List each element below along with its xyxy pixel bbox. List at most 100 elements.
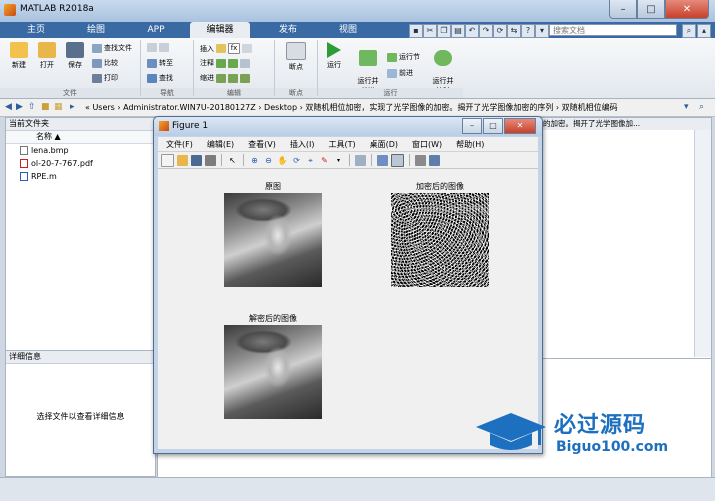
quick-help-icon[interactable]: ? bbox=[521, 24, 535, 38]
zoom-in-icon[interactable]: ⊕ bbox=[249, 155, 260, 166]
tab-home[interactable]: 主页 bbox=[8, 22, 64, 38]
figure-window: Figure 1 – □ ✕ 文件(F) 编辑(E) 查看(V) 插入(I) 工… bbox=[153, 116, 543, 454]
run-advance-icon bbox=[359, 50, 377, 66]
quick-save-icon[interactable]: ▪ bbox=[409, 24, 423, 38]
minimize-button[interactable]: – bbox=[609, 0, 637, 19]
print-figure-icon[interactable] bbox=[205, 154, 216, 166]
compare-button[interactable]: 比较 bbox=[92, 58, 118, 68]
menu-file[interactable]: 文件(F) bbox=[166, 139, 193, 150]
decrypted-image bbox=[224, 325, 322, 419]
indent-button[interactable]: 缩进 bbox=[200, 73, 250, 83]
tab-plots[interactable]: 绘图 bbox=[68, 22, 124, 38]
current-folder-panel: 当前文件夹 名称 ▲ lena.bmp ol-20-7-767.pdf RPE.… bbox=[5, 117, 156, 352]
new-icon bbox=[10, 42, 28, 58]
breakpoints-icon bbox=[286, 42, 306, 60]
open-button[interactable]: 打开 bbox=[34, 42, 60, 70]
quick-copy-icon[interactable]: ❐ bbox=[437, 24, 451, 38]
brush-dropdown-icon[interactable]: ▾ bbox=[333, 155, 344, 166]
advance-button[interactable]: 前进 bbox=[387, 68, 413, 78]
figure-maximize-button[interactable]: □ bbox=[483, 118, 503, 134]
menu-help[interactable]: 帮助(H) bbox=[456, 139, 484, 150]
list-item[interactable]: lena.bmp bbox=[6, 144, 155, 157]
quick-undo-icon[interactable]: ↶ bbox=[465, 24, 479, 38]
insert-button[interactable]: 插入 fx bbox=[200, 43, 252, 54]
quick-cut-icon[interactable]: ✂ bbox=[423, 24, 437, 38]
pointer-icon[interactable]: ↖ bbox=[227, 155, 238, 166]
path-dropdown-icon[interactable]: ▾ bbox=[684, 102, 689, 112]
figure-app-icon bbox=[159, 121, 169, 131]
matlab-logo-icon bbox=[4, 4, 16, 16]
tab-editor[interactable]: 编辑器 bbox=[190, 22, 250, 38]
menu-tools[interactable]: 工具(T) bbox=[328, 139, 355, 150]
menu-window[interactable]: 窗口(W) bbox=[412, 139, 442, 150]
legend-icon[interactable] bbox=[391, 153, 404, 167]
nav-forward-icon bbox=[159, 43, 169, 52]
run-section-button[interactable]: 运行节 bbox=[387, 52, 420, 62]
forward-arrow-icon[interactable]: ▶ bbox=[16, 102, 23, 112]
quick-paste-icon[interactable]: ▤ bbox=[451, 24, 465, 38]
hide-plot-tools-icon[interactable] bbox=[415, 154, 426, 166]
zoom-out-icon[interactable]: ⊖ bbox=[263, 155, 274, 166]
tab-publish[interactable]: 发布 bbox=[258, 22, 318, 38]
save-button[interactable]: 保存 bbox=[62, 42, 88, 70]
quick-refresh-icon[interactable]: ⟳ bbox=[493, 24, 507, 38]
new-button[interactable]: 新建 bbox=[6, 42, 32, 70]
rotate-icon[interactable]: ⟳ bbox=[291, 155, 302, 166]
quick-redo-icon[interactable]: ↷ bbox=[479, 24, 493, 38]
save-figure-icon[interactable] bbox=[191, 154, 202, 166]
comment-button[interactable]: 注释 bbox=[200, 58, 250, 68]
browse-folder-icon[interactable]: ■ bbox=[41, 102, 50, 112]
quick-switch-icon[interactable]: ⇆ bbox=[507, 24, 521, 38]
folder-path[interactable]: « Users › Administrator.WIN7U-20180127Z … bbox=[85, 102, 618, 113]
brush-icon[interactable]: ✎ bbox=[319, 155, 330, 166]
figure-close-button[interactable]: ✕ bbox=[504, 118, 536, 134]
maximize-button[interactable]: □ bbox=[637, 0, 665, 19]
menu-edit[interactable]: 编辑(E) bbox=[207, 139, 234, 150]
decrease-indent-icon bbox=[240, 73, 250, 83]
name-column-header[interactable]: 名称 ▲ bbox=[6, 131, 155, 144]
play-icon bbox=[327, 42, 341, 58]
data-cursor-icon[interactable]: ⌖ bbox=[305, 155, 316, 166]
quick-dropdown-icon[interactable]: ▾ bbox=[535, 24, 549, 38]
colorbar-icon[interactable] bbox=[377, 154, 388, 166]
collapse-ribbon-icon[interactable]: ▴ bbox=[697, 24, 711, 38]
watermark: 必过源码 Biguo100.com bbox=[476, 405, 711, 463]
address-bar: ◀ ▶ ⇧ ■ ▦ ▸ « Users › Administrator.WIN7… bbox=[0, 99, 715, 117]
nav-arrows-button[interactable] bbox=[147, 43, 169, 52]
figure-title: Figure 1 bbox=[172, 121, 209, 131]
back-arrow-icon[interactable]: ◀ bbox=[5, 102, 12, 112]
nav-back-icon bbox=[147, 43, 157, 52]
figure-title-bar[interactable]: Figure 1 – □ ✕ bbox=[154, 117, 542, 136]
up-folder-icon[interactable]: ⇧ bbox=[28, 102, 36, 112]
open-file-icon[interactable] bbox=[177, 154, 188, 166]
editor-tab[interactable]: 的加密。揭开了光学图像加... bbox=[543, 118, 711, 130]
run-button[interactable]: 运行 bbox=[321, 42, 347, 70]
menu-desktop[interactable]: 桌面(D) bbox=[370, 139, 398, 150]
list-item[interactable]: RPE.m bbox=[6, 170, 155, 183]
find-button[interactable]: 查找 bbox=[147, 73, 173, 83]
tab-view[interactable]: 视图 bbox=[320, 22, 376, 38]
section-label-file: 文件 bbox=[0, 88, 140, 98]
insert-icon bbox=[216, 44, 226, 53]
new-figure-icon[interactable] bbox=[161, 153, 174, 167]
comment-icon bbox=[216, 58, 226, 68]
search-button-icon[interactable]: ⌕ bbox=[682, 24, 696, 38]
breakpoints-button[interactable]: 断点 bbox=[283, 42, 309, 72]
section-label-run: 运行 bbox=[318, 88, 463, 98]
menu-view[interactable]: 查看(V) bbox=[248, 139, 276, 150]
search-folder-icon[interactable]: ⌕ bbox=[699, 102, 704, 112]
menu-insert[interactable]: 插入(I) bbox=[290, 139, 315, 150]
search-input[interactable]: 搜索文档 bbox=[549, 24, 677, 36]
history-dropdown-icon[interactable]: ▸ bbox=[70, 102, 75, 112]
tab-apps[interactable]: APP bbox=[128, 22, 184, 38]
pan-icon[interactable]: ✋ bbox=[277, 155, 288, 166]
show-plot-tools-icon[interactable] bbox=[429, 154, 440, 166]
figure-minimize-button[interactable]: – bbox=[462, 118, 482, 134]
close-button[interactable]: ✕ bbox=[665, 0, 709, 19]
find-files-button[interactable]: 查找文件 bbox=[92, 43, 132, 53]
print-button[interactable]: 打印 bbox=[92, 73, 118, 83]
list-item[interactable]: ol-20-7-767.pdf bbox=[6, 157, 155, 170]
link-plot-icon[interactable] bbox=[355, 154, 366, 166]
goto-button[interactable]: 转至 bbox=[147, 58, 173, 68]
side-scroll-strip[interactable] bbox=[694, 130, 711, 357]
